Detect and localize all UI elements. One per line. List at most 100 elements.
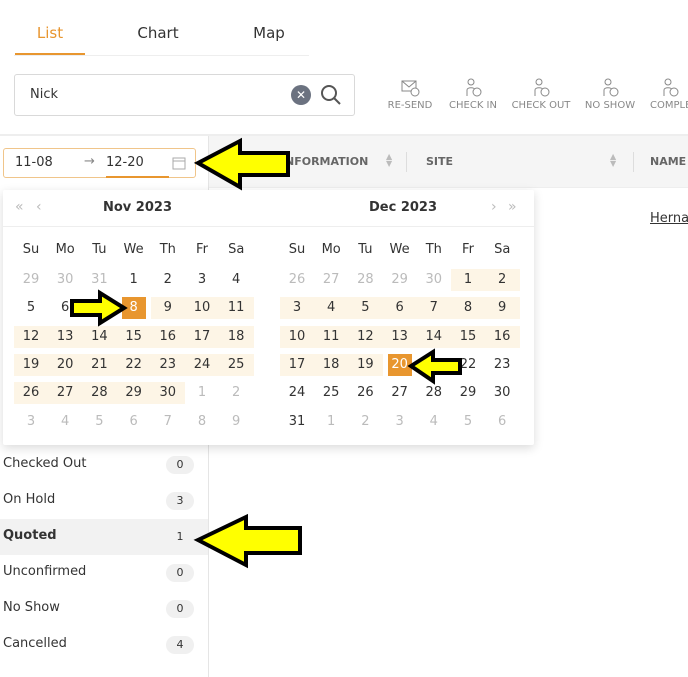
- status-filter-no-show[interactable]: No Show 0: [0, 591, 208, 627]
- calendar-icon[interactable]: [172, 156, 186, 170]
- calendar-day[interactable]: 12: [348, 326, 382, 348]
- calendar-day[interactable]: 28: [82, 382, 116, 404]
- calendar-day[interactable]: 3: [14, 411, 48, 433]
- calendar-day[interactable]: 13: [383, 326, 417, 348]
- calendar-day[interactable]: 9: [151, 297, 185, 319]
- calendar-day[interactable]: 2: [485, 269, 519, 291]
- calendar-day[interactable]: 5: [348, 297, 382, 319]
- date-range-picker[interactable]: 11-08 → 12-20: [3, 148, 196, 178]
- sort-icon[interactable]: ▲ ▼: [386, 153, 392, 168]
- calendar-day[interactable]: 6: [383, 297, 417, 319]
- search-icon[interactable]: [319, 83, 343, 107]
- calendar-day[interactable]: 29: [383, 269, 417, 291]
- calendar-day[interactable]: 10: [280, 326, 314, 348]
- calendar-day[interactable]: 13: [48, 326, 82, 348]
- calendar-day[interactable]: 5: [14, 297, 48, 319]
- calendar-day[interactable]: 9: [485, 297, 519, 319]
- calendar-day[interactable]: 24: [185, 354, 219, 376]
- calendar-day[interactable]: 1: [451, 269, 485, 291]
- tab-map[interactable]: Map: [234, 24, 304, 42]
- calendar-day[interactable]: 3: [280, 297, 314, 319]
- month-title[interactable]: Dec 2023: [369, 200, 437, 215]
- calendar-day[interactable]: 5: [82, 411, 116, 433]
- selected-day[interactable]: 8: [117, 297, 151, 319]
- calendar-day[interactable]: 14: [82, 326, 116, 348]
- calendar-day[interactable]: 3: [185, 269, 219, 291]
- check-in-button[interactable]: CHECK IN: [438, 78, 508, 111]
- calendar-day[interactable]: 29: [14, 269, 48, 291]
- calendar-day[interactable]: 6: [485, 411, 519, 433]
- calendar-day[interactable]: 2: [348, 411, 382, 433]
- calendar-day[interactable]: 26: [348, 382, 382, 404]
- column-site[interactable]: SITE: [426, 155, 453, 168]
- no-show-button[interactable]: NO SHOW: [575, 78, 645, 111]
- status-filter-cancelled[interactable]: Cancelled 4: [0, 627, 208, 663]
- tab-chart[interactable]: Chart: [123, 24, 193, 42]
- status-filter-checked-out[interactable]: Checked Out 0: [0, 447, 208, 483]
- calendar-day[interactable]: 7: [151, 411, 185, 433]
- calendar-day[interactable]: 16: [151, 326, 185, 348]
- calendar-day[interactable]: 29: [451, 382, 485, 404]
- tab-list[interactable]: List: [15, 24, 85, 42]
- calendar-day[interactable]: 11: [314, 326, 348, 348]
- calendar-day[interactable]: 1: [117, 269, 151, 291]
- calendar-day[interactable]: 6: [117, 411, 151, 433]
- check-out-button[interactable]: CHECK OUT: [506, 78, 576, 111]
- prev-month-icon[interactable]: ‹: [36, 199, 42, 215]
- calendar-day[interactable]: 27: [314, 269, 348, 291]
- calendar-day[interactable]: 10: [185, 297, 219, 319]
- prev-year-icon[interactable]: «: [15, 199, 24, 215]
- calendar-day[interactable]: 19: [348, 354, 382, 376]
- column-information[interactable]: NFORMATION: [285, 155, 368, 168]
- calendar-day[interactable]: 16: [485, 326, 519, 348]
- calendar-day[interactable]: 4: [48, 411, 82, 433]
- calendar-day[interactable]: 26: [14, 382, 48, 404]
- calendar-day[interactable]: 4: [417, 411, 451, 433]
- calendar-day[interactable]: 1: [185, 382, 219, 404]
- calendar-day[interactable]: 15: [451, 326, 485, 348]
- calendar-day[interactable]: 8: [185, 411, 219, 433]
- calendar-day[interactable]: 4: [219, 269, 253, 291]
- calendar-day[interactable]: 1: [314, 411, 348, 433]
- calendar-day[interactable]: 30: [485, 382, 519, 404]
- calendar-day[interactable]: 11: [219, 297, 253, 319]
- status-filter-unconfirmed[interactable]: Unconfirmed 0: [0, 555, 208, 591]
- calendar-day[interactable]: 31: [280, 411, 314, 433]
- next-year-icon[interactable]: »: [508, 199, 517, 215]
- calendar-day[interactable]: 30: [417, 269, 451, 291]
- calendar-day[interactable]: 21: [82, 354, 116, 376]
- calendar-day[interactable]: 20: [48, 354, 82, 376]
- start-date[interactable]: 11-08: [15, 155, 53, 170]
- calendar-day[interactable]: 31: [82, 269, 116, 291]
- calendar-day[interactable]: 22: [451, 354, 485, 376]
- calendar-day[interactable]: 25: [219, 354, 253, 376]
- row-name-link[interactable]: Herna: [650, 211, 688, 226]
- complete-button[interactable]: COMPLE: [643, 78, 688, 111]
- status-filter-quoted[interactable]: Quoted 1: [0, 519, 208, 555]
- calendar-day[interactable]: 7: [417, 297, 451, 319]
- calendar-day[interactable]: 18: [219, 326, 253, 348]
- close-icon[interactable]: ✕: [291, 85, 311, 105]
- calendar-day[interactable]: 2: [151, 269, 185, 291]
- calendar-day[interactable]: 27: [48, 382, 82, 404]
- calendar-day[interactable]: 29: [117, 382, 151, 404]
- calendar-day[interactable]: 15: [117, 326, 151, 348]
- calendar-day[interactable]: 17: [185, 326, 219, 348]
- calendar-day[interactable]: 26: [280, 269, 314, 291]
- calendar-day[interactable]: 14: [417, 326, 451, 348]
- calendar-day[interactable]: 8: [451, 297, 485, 319]
- calendar-day[interactable]: 28: [348, 269, 382, 291]
- calendar-day[interactable]: 21: [417, 354, 451, 376]
- resend-button[interactable]: RE-SEND: [375, 78, 445, 111]
- calendar-day[interactable]: 4: [314, 297, 348, 319]
- calendar-day[interactable]: 5: [451, 411, 485, 433]
- selected-day[interactable]: 20: [383, 354, 417, 376]
- calendar-day[interactable]: 22: [117, 354, 151, 376]
- column-name[interactable]: NAME: [650, 155, 686, 168]
- calendar-day[interactable]: 2: [219, 382, 253, 404]
- calendar-day[interactable]: 17: [280, 354, 314, 376]
- calendar-day[interactable]: 24: [280, 382, 314, 404]
- calendar-day[interactable]: 3: [383, 411, 417, 433]
- calendar-day[interactable]: 7: [82, 297, 116, 319]
- calendar-day[interactable]: 19: [14, 354, 48, 376]
